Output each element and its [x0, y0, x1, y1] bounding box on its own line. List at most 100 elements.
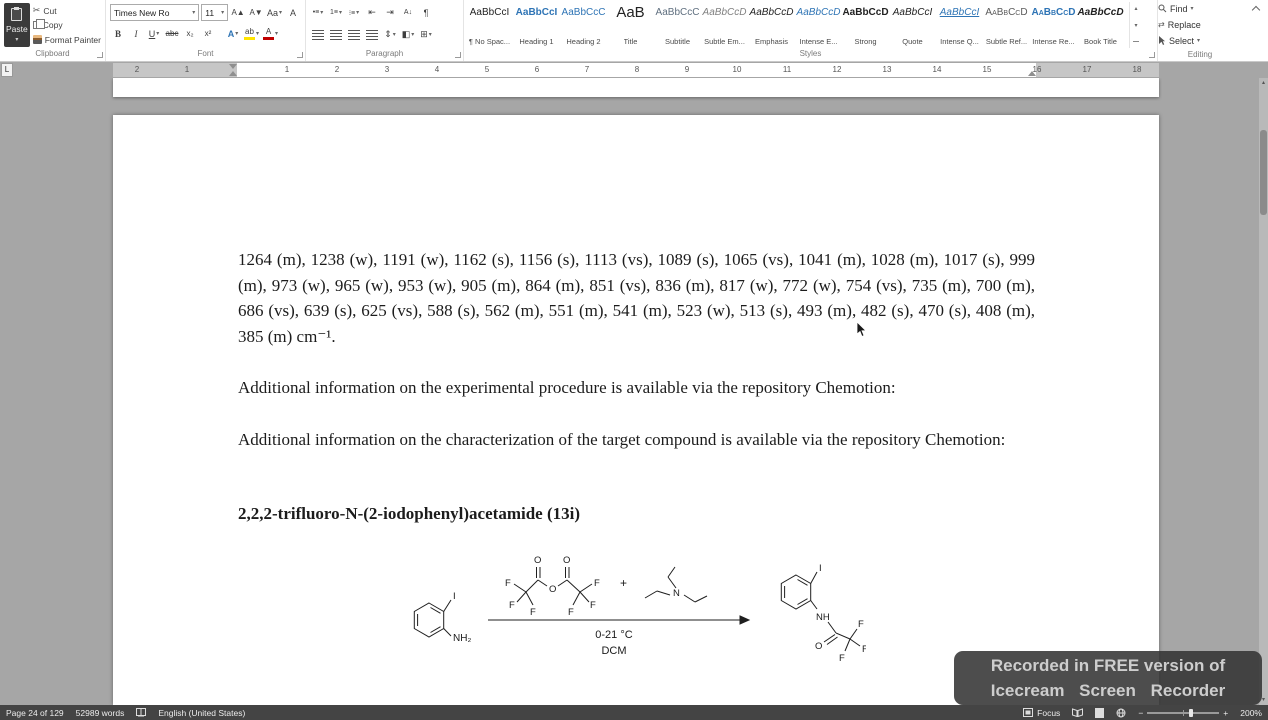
- select-pointer-icon: [1159, 36, 1165, 45]
- style-title[interactable]: AaB Title: [607, 2, 654, 48]
- scroll-up-button[interactable]: ▴: [1259, 78, 1268, 88]
- style-intense-quote[interactable]: AaBbCcI Intense Q...: [936, 2, 983, 48]
- paste-dropdown-icon[interactable]: ▾: [15, 37, 18, 43]
- right-indent-marker[interactable]: [1028, 71, 1036, 76]
- collapse-ribbon-button[interactable]: [1252, 4, 1260, 12]
- format-painter-icon: [32, 35, 42, 44]
- text-effects-dropdown-icon: ▾: [235, 30, 239, 37]
- first-line-indent-marker[interactable]: [229, 64, 237, 69]
- show-marks-button[interactable]: ¶: [418, 5, 434, 21]
- copy-button[interactable]: Copy: [32, 19, 101, 32]
- find-button[interactable]: Find ▾: [1158, 2, 1242, 15]
- print-layout-button[interactable]: [1089, 707, 1110, 718]
- web-layout-button[interactable]: [1110, 708, 1132, 718]
- tab-stop-selector[interactable]: L: [1, 63, 13, 77]
- font-dialog-launcher-icon[interactable]: [297, 52, 303, 58]
- shading-button[interactable]: ◧ ▾: [400, 27, 416, 43]
- superscript-button[interactable]: x²: [200, 26, 216, 42]
- style-intense-emphasis[interactable]: AaBbCcD Intense E...: [795, 2, 842, 48]
- style-book-title[interactable]: AaBbCcD Book Title: [1077, 2, 1124, 48]
- font-size-combo[interactable]: 11 ▾: [201, 4, 229, 21]
- copy-icon: [32, 19, 45, 29]
- paragraph-ir-data[interactable]: 1264 (m), 1238 (w), 1191 (w), 1162 (s), …: [238, 247, 1035, 349]
- replace-button[interactable]: ⇄ Replace: [1158, 18, 1242, 31]
- style-heading-1[interactable]: AaBbCcI Heading 1: [513, 2, 560, 48]
- focus-label: Focus: [1037, 707, 1061, 718]
- style-emphasis[interactable]: AaBbCcD Emphasis: [748, 2, 795, 48]
- style-intense-reference[interactable]: AaBbCcD Intense Re...: [1030, 2, 1077, 48]
- align-left-button[interactable]: [310, 27, 326, 43]
- decrease-indent-button[interactable]: ⇤: [364, 5, 380, 21]
- justify-button[interactable]: [364, 27, 380, 43]
- reaction-temperature: 0-21 °C: [595, 629, 632, 641]
- paragraph-dialog-launcher-icon[interactable]: [455, 52, 461, 58]
- web-layout-icon: [1116, 708, 1126, 717]
- read-mode-button[interactable]: [1066, 708, 1089, 717]
- highlight-button[interactable]: ab ▾: [243, 26, 260, 42]
- styles-scroll-down-button[interactable]: ▾: [1130, 19, 1142, 32]
- strikethrough-button[interactable]: abc: [164, 26, 180, 42]
- page-indicator[interactable]: Page 24 of 129: [0, 708, 70, 718]
- reaction-scheme[interactable]: I NH₂ O O O F F F F F F + N I NH O F F F…: [396, 542, 1035, 674]
- zoom-slider[interactable]: [1147, 708, 1220, 718]
- paragraph-additional-2[interactable]: Additional information on the characteri…: [238, 427, 1035, 453]
- style-no-spacing[interactable]: AaBbCcI ¶ No Spac...: [466, 2, 513, 48]
- shrink-font-button[interactable]: A▼: [248, 5, 264, 21]
- align-right-button[interactable]: [346, 27, 362, 43]
- font-color-button[interactable]: A ▾: [262, 26, 279, 42]
- change-case-button[interactable]: Aa ▾: [266, 5, 283, 21]
- style-heading-2[interactable]: AaBbCcC Heading 2: [560, 2, 607, 48]
- styles-dialog-launcher-icon[interactable]: [1149, 52, 1155, 58]
- numbering-button[interactable]: 1≡ ▾: [328, 5, 344, 21]
- style-quote[interactable]: AaBbCcI Quote: [889, 2, 936, 48]
- compound-heading[interactable]: 2,2,2-trifluoro-N-(2-iodophenyl)acetamid…: [238, 501, 1035, 527]
- vertical-scrollbar[interactable]: ▴ ▾: [1259, 78, 1268, 705]
- style-subtitle[interactable]: AaBbCcC Subtitle: [654, 2, 701, 48]
- focus-mode-button[interactable]: Focus: [1017, 708, 1066, 718]
- multilevel-list-button[interactable]: ⁝≡ ▾: [346, 5, 362, 21]
- borders-button[interactable]: ⊞ ▾: [418, 27, 434, 43]
- word-count[interactable]: 52989 words: [70, 708, 131, 718]
- align-center-icon: [330, 29, 342, 40]
- styles-more-button[interactable]: [1130, 35, 1142, 48]
- zoom-out-button[interactable]: −: [1132, 708, 1143, 718]
- paste-button[interactable]: Paste ▾: [4, 3, 30, 47]
- style-subtle-emphasis[interactable]: AaBbCcD Subtle Em...: [701, 2, 748, 48]
- zoom-level[interactable]: 200%: [1234, 708, 1268, 718]
- proofing-status-icon[interactable]: [130, 708, 152, 717]
- italic-button[interactable]: I: [128, 26, 144, 42]
- zoom-in-button[interactable]: +: [1223, 708, 1234, 718]
- hanging-indent-marker[interactable]: [229, 71, 237, 76]
- select-button[interactable]: Select ▾: [1158, 34, 1242, 47]
- align-center-button[interactable]: [328, 27, 344, 43]
- paragraph-additional-1[interactable]: Additional information on the experiment…: [238, 375, 1035, 401]
- zoom-slider-thumb[interactable]: [1189, 708, 1194, 717]
- sort-button[interactable]: A↓: [400, 5, 416, 21]
- paste-clipboard-icon: [11, 6, 23, 21]
- style-strong[interactable]: AaBbCcD Strong: [842, 2, 889, 48]
- atom-label: F: [568, 607, 574, 618]
- previous-page-bottom[interactable]: [113, 78, 1159, 97]
- ribbon-group-clipboard: Paste ▾ ✂ Cut Copy Format Painter Clipbo…: [0, 0, 106, 61]
- ribbon: Paste ▾ ✂ Cut Copy Format Painter Clipbo…: [0, 0, 1268, 62]
- scrollbar-thumb[interactable]: [1260, 130, 1267, 215]
- style-subtle-reference[interactable]: AaBbCcD Subtle Ref...: [983, 2, 1030, 48]
- atom-label: F: [858, 619, 864, 630]
- line-spacing-button[interactable]: ⇕ ▾: [382, 27, 398, 43]
- document-page[interactable]: 1264 (m), 1238 (w), 1191 (w), 1162 (s), …: [113, 115, 1159, 705]
- cut-button[interactable]: ✂ Cut: [33, 4, 101, 17]
- clear-formatting-button[interactable]: A: [285, 5, 301, 21]
- styles-scroll-up-button[interactable]: ▴: [1130, 2, 1142, 15]
- language-indicator[interactable]: English (United States): [152, 708, 251, 718]
- format-painter-button[interactable]: Format Painter: [32, 33, 101, 46]
- bold-button[interactable]: B: [110, 26, 126, 42]
- grow-font-button[interactable]: A▲: [230, 5, 246, 21]
- atom-label: F: [839, 653, 845, 664]
- subscript-button[interactable]: x₂: [182, 26, 198, 42]
- increase-indent-button[interactable]: ⇥: [382, 5, 398, 21]
- clipboard-dialog-launcher-icon[interactable]: [97, 52, 103, 58]
- bullets-button[interactable]: •≡ ▾: [310, 5, 326, 21]
- text-effects-button[interactable]: A ▾: [225, 26, 241, 42]
- underline-button[interactable]: U ▾: [146, 26, 162, 42]
- font-name-combo[interactable]: Times New Ro ▾: [110, 4, 200, 21]
